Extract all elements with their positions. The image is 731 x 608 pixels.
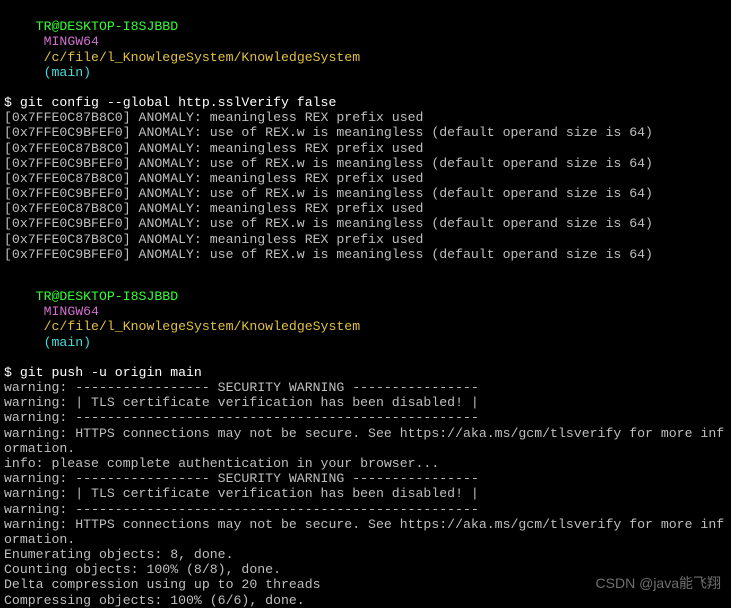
env-label: MINGW64 <box>44 304 99 319</box>
output-line: Delta compression using up to 20 threads <box>4 577 727 592</box>
output-line: warning: HTTPS connections may not be se… <box>4 426 727 456</box>
output-line: Enumerating objects: 8, done. <box>4 547 727 562</box>
blank-line <box>4 262 727 274</box>
output-line: [0x7FFE0C87B8C0] ANOMALY: meaningless RE… <box>4 110 727 125</box>
user-host: TR@DESKTOP-I8SJBBD <box>36 289 178 304</box>
output-line: warning: | TLS certificate verification … <box>4 486 727 501</box>
prompt-line: TR@DESKTOP-I8SJBBD MINGW64 /c/file/l_Kno… <box>4 274 727 365</box>
branch-label: (main) <box>44 335 91 350</box>
output-line: Compressing objects: 100% (6/6), done. <box>4 593 727 608</box>
output-line: [0x7FFE0C9BFEF0] ANOMALY: use of REX.w i… <box>4 186 727 201</box>
output-line: warning: ----------------- SECURITY WARN… <box>4 380 727 395</box>
output-line: warning: -------------------------------… <box>4 502 727 517</box>
terminal[interactable]: TR@DESKTOP-I8SJBBD MINGW64 /c/file/l_Kno… <box>4 4 727 608</box>
output-line: warning: | TLS certificate verification … <box>4 395 727 410</box>
output-line: [0x7FFE0C9BFEF0] ANOMALY: use of REX.w i… <box>4 247 727 262</box>
cwd-path: /c/file/l_KnowlegeSystem/KnowledgeSystem <box>44 319 361 334</box>
output-line: [0x7FFE0C9BFEF0] ANOMALY: use of REX.w i… <box>4 156 727 171</box>
output-line: [0x7FFE0C87B8C0] ANOMALY: meaningless RE… <box>4 141 727 156</box>
output-line: [0x7FFE0C87B8C0] ANOMALY: meaningless RE… <box>4 232 727 247</box>
user-host: TR@DESKTOP-I8SJBBD <box>36 19 178 34</box>
output-line: [0x7FFE0C9BFEF0] ANOMALY: use of REX.w i… <box>4 125 727 140</box>
command-line[interactable]: $ git push -u origin main <box>4 365 727 380</box>
output-line: info: please complete authentication in … <box>4 456 727 471</box>
cwd-path: /c/file/l_KnowlegeSystem/KnowledgeSystem <box>44 50 361 65</box>
output-line: [0x7FFE0C87B8C0] ANOMALY: meaningless RE… <box>4 171 727 186</box>
output-line: Counting objects: 100% (8/8), done. <box>4 562 727 577</box>
output-line: warning: ----------------- SECURITY WARN… <box>4 471 727 486</box>
output-line: warning: HTTPS connections may not be se… <box>4 517 727 547</box>
command-line[interactable]: $ git config --global http.sslVerify fal… <box>4 95 727 110</box>
branch-label: (main) <box>44 65 91 80</box>
output-line: [0x7FFE0C87B8C0] ANOMALY: meaningless RE… <box>4 201 727 216</box>
env-label: MINGW64 <box>44 34 99 49</box>
output-line: warning: -------------------------------… <box>4 410 727 425</box>
prompt-line: TR@DESKTOP-I8SJBBD MINGW64 /c/file/l_Kno… <box>4 4 727 95</box>
output-line: [0x7FFE0C9BFEF0] ANOMALY: use of REX.w i… <box>4 216 727 231</box>
